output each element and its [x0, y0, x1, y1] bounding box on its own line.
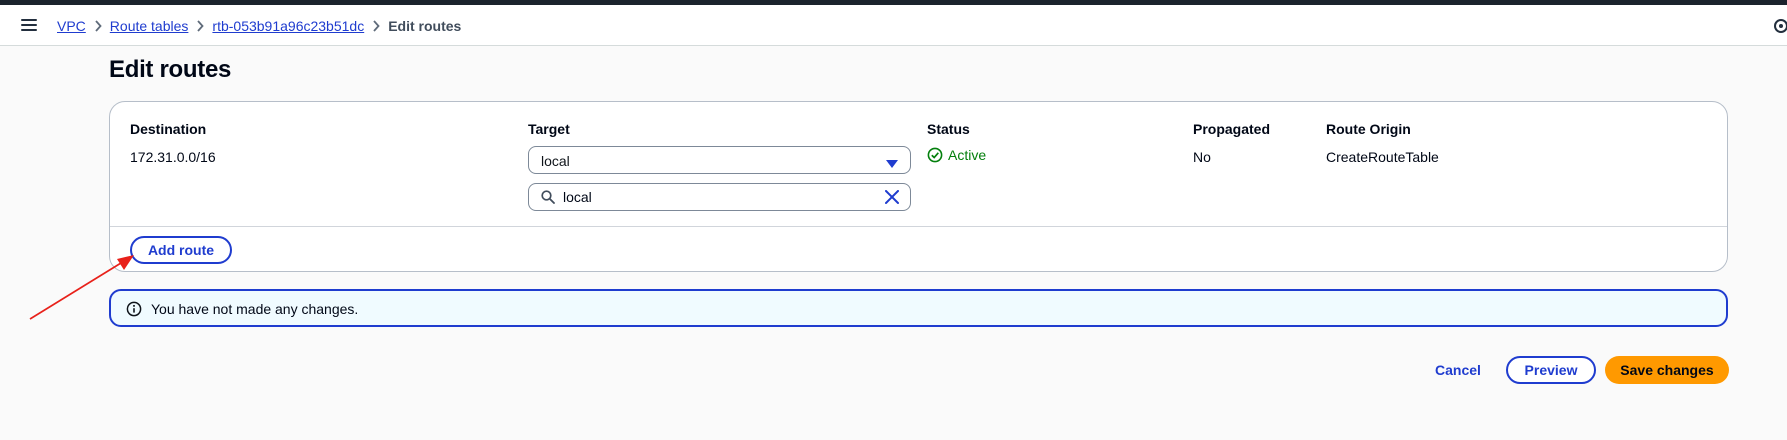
- breadcrumb-route-tables[interactable]: Route tables: [110, 18, 189, 34]
- page-title: Edit routes: [109, 56, 232, 83]
- check-circle-icon: [927, 147, 943, 163]
- propagated-cell: No: [1193, 149, 1211, 165]
- clear-icon[interactable]: [885, 190, 899, 209]
- chevron-right-icon: [364, 19, 388, 33]
- routes-table-card: Destination Target Status Propagated Rou…: [109, 101, 1728, 272]
- search-icon: [541, 190, 555, 209]
- caret-down-icon: [886, 156, 898, 174]
- column-header-target: Target: [528, 121, 570, 137]
- alert-message: You have not made any changes.: [151, 301, 359, 317]
- save-changes-button[interactable]: Save changes: [1605, 356, 1729, 384]
- breadcrumb-current: Edit routes: [388, 18, 462, 34]
- preview-button[interactable]: Preview: [1506, 356, 1596, 384]
- breadcrumb-route-table-id[interactable]: rtb-053b91a96c23b51dc: [212, 18, 364, 34]
- hamburger-menu-icon[interactable]: [20, 16, 38, 34]
- target-select[interactable]: local: [528, 146, 911, 174]
- destination-cell: 172.31.0.0/16: [130, 149, 216, 165]
- cancel-button[interactable]: Cancel: [1426, 355, 1490, 385]
- column-header-destination: Destination: [130, 121, 207, 137]
- breadcrumb: VPC Route tables rtb-053b91a96c23b51dc E…: [57, 18, 461, 34]
- route-origin-cell: CreateRouteTable: [1326, 149, 1439, 165]
- target-filter-input[interactable]: [563, 187, 863, 207]
- chevron-right-icon: [86, 19, 110, 33]
- column-header-status: Status: [927, 121, 970, 137]
- target-filter-field[interactable]: [528, 183, 911, 211]
- breadcrumb-vpc[interactable]: VPC: [57, 18, 86, 34]
- status-text: Active: [948, 147, 987, 163]
- breadcrumb-bar: VPC Route tables rtb-053b91a96c23b51dc E…: [0, 5, 1787, 46]
- info-icon: [126, 301, 142, 322]
- target-select-value: local: [541, 153, 570, 169]
- status-cell: Active: [927, 147, 986, 163]
- column-header-propagated: Propagated: [1193, 121, 1271, 137]
- column-header-route-origin: Route Origin: [1326, 121, 1411, 137]
- add-route-button[interactable]: Add route: [130, 236, 232, 264]
- info-alert: You have not made any changes.: [109, 289, 1728, 327]
- chevron-right-icon: [188, 19, 212, 33]
- settings-icon[interactable]: [1772, 18, 1787, 34]
- card-divider: [110, 226, 1727, 227]
